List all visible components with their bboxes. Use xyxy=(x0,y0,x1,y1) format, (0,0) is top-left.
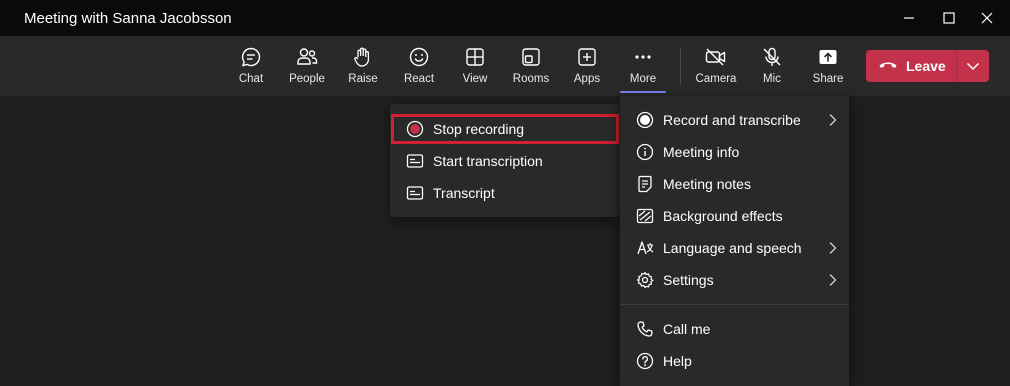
close-icon xyxy=(981,12,993,24)
settings-label: Settings xyxy=(663,272,714,288)
raise-hand-button[interactable]: Raise xyxy=(335,36,391,96)
background-effects-icon xyxy=(635,206,655,226)
chevron-right-icon xyxy=(829,274,837,286)
help-icon xyxy=(635,351,655,371)
camera-off-icon xyxy=(704,45,728,69)
share-icon xyxy=(816,45,840,69)
people-icon xyxy=(295,45,319,69)
people-label: People xyxy=(289,73,325,85)
share-button[interactable]: Share xyxy=(800,36,856,96)
meeting-notes-label: Meeting notes xyxy=(663,176,751,192)
rooms-button[interactable]: Rooms xyxy=(503,36,559,96)
grid-icon xyxy=(463,45,487,69)
people-button[interactable]: People xyxy=(279,36,335,96)
rooms-label: Rooms xyxy=(512,73,550,85)
language-icon xyxy=(635,238,655,258)
transcript-item[interactable]: Transcript xyxy=(405,177,495,209)
react-button[interactable]: React xyxy=(391,36,447,96)
record-icon xyxy=(635,110,655,130)
phone-icon xyxy=(635,319,655,339)
record-and-transcribe-item[interactable]: Record and transcribe xyxy=(635,104,801,136)
chat-icon xyxy=(239,45,263,69)
plus-square-icon xyxy=(575,45,599,69)
raise-hand-icon xyxy=(351,45,375,69)
transcript-label: Transcript xyxy=(433,185,495,201)
more-label: More xyxy=(629,73,657,85)
stop-recording-highlight xyxy=(391,114,619,144)
toolbar-divider xyxy=(680,48,681,84)
chat-button[interactable]: Chat xyxy=(223,36,279,96)
background-effects-label: Background effects xyxy=(663,208,783,224)
leave-button[interactable]: Leave xyxy=(866,50,956,82)
info-icon xyxy=(635,142,655,162)
apps-button[interactable]: Apps xyxy=(559,36,615,96)
minimize-icon xyxy=(904,17,914,19)
ellipsis-icon xyxy=(631,45,655,69)
transcription-icon xyxy=(405,151,425,171)
call-me-item[interactable]: Call me xyxy=(635,313,710,345)
mic-label: Mic xyxy=(763,73,781,85)
chat-label: Chat xyxy=(238,73,264,85)
mic-button[interactable]: Mic xyxy=(744,36,800,96)
chevron-down-icon xyxy=(966,62,980,71)
smile-icon xyxy=(407,45,431,69)
apps-label: Apps xyxy=(573,73,601,85)
chevron-right-icon xyxy=(829,242,837,254)
leave-label: Leave xyxy=(906,58,946,74)
share-label: Share xyxy=(812,73,844,85)
camera-label: Camera xyxy=(695,73,737,85)
gear-icon xyxy=(635,270,655,290)
view-label: View xyxy=(462,73,488,85)
camera-button[interactable]: Camera xyxy=(688,36,744,96)
help-label: Help xyxy=(663,353,692,369)
mic-off-icon xyxy=(760,45,784,69)
start-transcription-label: Start transcription xyxy=(433,153,543,169)
language-and-speech-item[interactable]: Language and speech xyxy=(635,232,802,264)
chevron-right-icon xyxy=(829,114,837,126)
notes-icon xyxy=(635,174,655,194)
call-me-label: Call me xyxy=(663,321,711,337)
language-and-speech-label: Language and speech xyxy=(663,240,802,256)
meeting-notes-item[interactable]: Meeting notes xyxy=(635,168,751,200)
more-active-indicator xyxy=(620,91,666,93)
meeting-toolbar: Chat People Raise React View Rooms Apps … xyxy=(0,36,1010,96)
settings-item[interactable]: Settings xyxy=(635,264,714,296)
help-item[interactable]: Help xyxy=(635,345,692,377)
start-transcription-item[interactable]: Start transcription xyxy=(405,145,543,177)
rooms-icon xyxy=(519,45,543,69)
title-bar: Meeting with Sanna Jacobsson xyxy=(0,0,1010,36)
react-label: React xyxy=(403,73,435,85)
raise-label: Raise xyxy=(348,73,378,85)
more-menu-divider xyxy=(620,304,849,305)
transcript-icon xyxy=(405,183,425,203)
meeting-info-label: Meeting info xyxy=(663,144,740,160)
view-button[interactable]: View xyxy=(447,36,503,96)
leave-button-group: Leave xyxy=(866,50,989,82)
background-effects-item[interactable]: Background effects xyxy=(635,200,783,232)
meeting-info-item[interactable]: Meeting info xyxy=(635,136,739,168)
close-window-button[interactable] xyxy=(964,0,1010,36)
phone-hangup-icon xyxy=(878,57,898,75)
window-title: Meeting with Sanna Jacobsson xyxy=(24,9,232,27)
maximize-icon xyxy=(943,12,955,24)
more-button[interactable]: More xyxy=(615,36,671,96)
record-and-transcribe-label: Record and transcribe xyxy=(663,112,801,128)
leave-options-button[interactable] xyxy=(957,50,989,82)
